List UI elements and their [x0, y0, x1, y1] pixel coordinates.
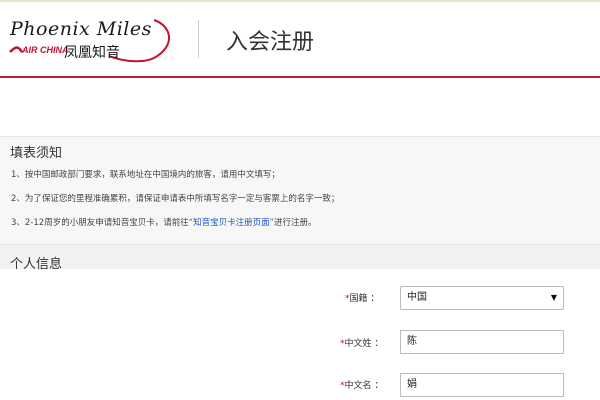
phoenix-miles-logo[interactable]: Phoenix Miles AIR CHINA 凤凰知音 [4, 12, 176, 64]
personal-info-title: 个人信息 [10, 257, 63, 272]
logo-airchina-text: AIR CHINA [22, 45, 69, 55]
personal-info-header: 个人信息 [0, 244, 600, 272]
given-name-cn-value: 娟 [407, 379, 417, 390]
header-red-underline [0, 76, 600, 78]
chevron-down-icon: ▼ [550, 293, 557, 302]
header-divider [198, 20, 199, 58]
surname-cn-value: 陈 [407, 336, 417, 347]
logo-cn-text: 凤凰知音 [64, 45, 120, 61]
nationality-select[interactable]: 中国 ▼ [400, 286, 564, 310]
nationality-value: 中国 [407, 292, 427, 303]
nationality-label: *国籍 ： [345, 294, 380, 304]
page-title: 入会注册 [226, 30, 315, 55]
logo-script-text: Phoenix Miles [10, 18, 152, 40]
surname-cn-label: *中文姓 ： [340, 339, 384, 349]
notice-item: 1、按中国邮政部门要求，联系地址在中国境内的旅客，请用中文填写； [11, 170, 280, 180]
given-name-cn-label: *中文名 ： [340, 381, 384, 391]
notice-item: 3、2-12周岁的小朋友申请知音宝贝卡，请前往“知音宝贝卡注册页面”进行注册。 [11, 216, 317, 228]
kids-card-register-link[interactable]: “知音宝贝卡注册页面” [189, 218, 274, 228]
given-name-cn-input[interactable]: 娟 [400, 373, 564, 397]
surname-cn-input[interactable]: 陈 [400, 330, 564, 354]
notice-item: 2、为了保证您的里程准确累积，请保证申请表中所填写名字一定与客票上的名字一致； [11, 194, 340, 204]
notice-section: 填表须知 1、按中国邮政部门要求，联系地址在中国境内的旅客，请用中文填写； 2、… [0, 136, 600, 245]
notice-title: 填表须知 [10, 146, 63, 161]
notice-item-text: 3、2-12周岁的小朋友申请知音宝贝卡，请前往 [11, 218, 189, 228]
notice-item-text: 进行注册。 [274, 218, 317, 228]
site-header: Phoenix Miles AIR CHINA 凤凰知音 入会注册 [0, 2, 600, 77]
